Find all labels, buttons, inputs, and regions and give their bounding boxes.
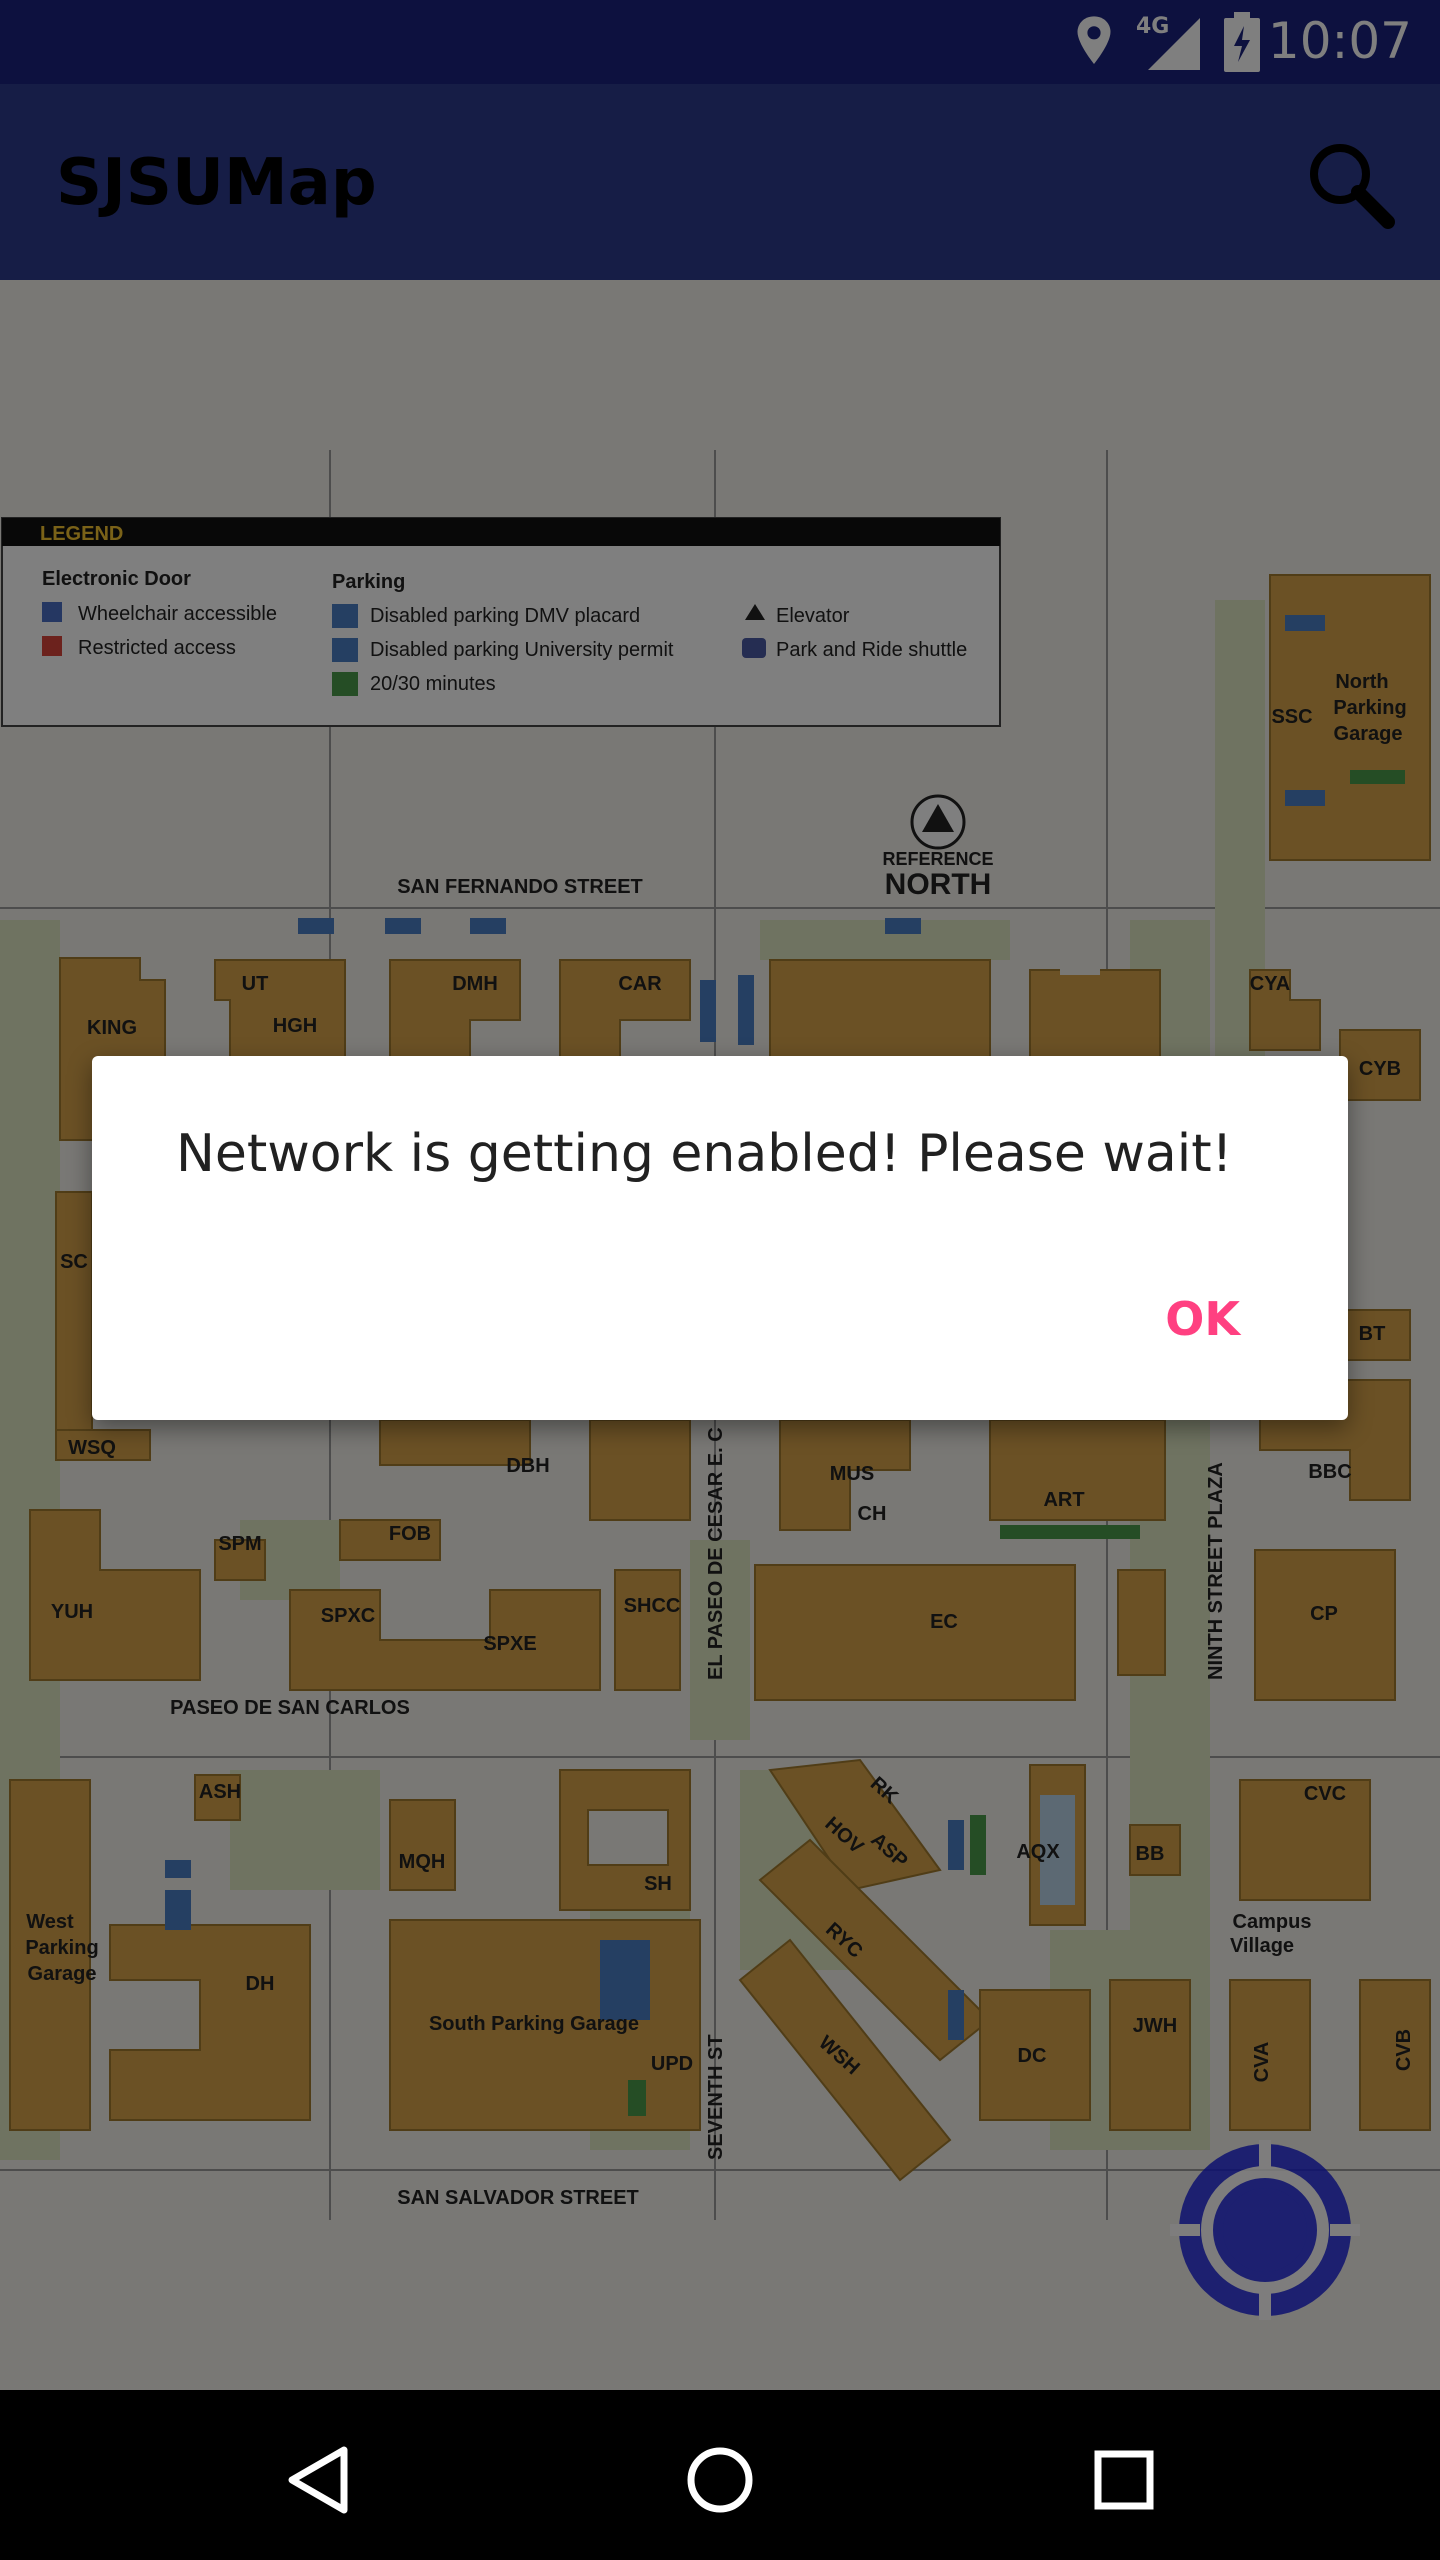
my-location-icon[interactable] bbox=[1170, 2140, 1360, 2320]
home-icon[interactable] bbox=[670, 2430, 770, 2530]
alert-dialog: Network is getting enabled! Please wait!… bbox=[92, 1056, 1348, 1420]
navigation-bar bbox=[0, 2390, 1440, 2560]
back-icon[interactable] bbox=[266, 2430, 366, 2530]
ok-button[interactable]: OK bbox=[1165, 1292, 1240, 1346]
dialog-message: Network is getting enabled! Please wait! bbox=[176, 1124, 1233, 1184]
recents-icon[interactable] bbox=[1074, 2430, 1174, 2530]
